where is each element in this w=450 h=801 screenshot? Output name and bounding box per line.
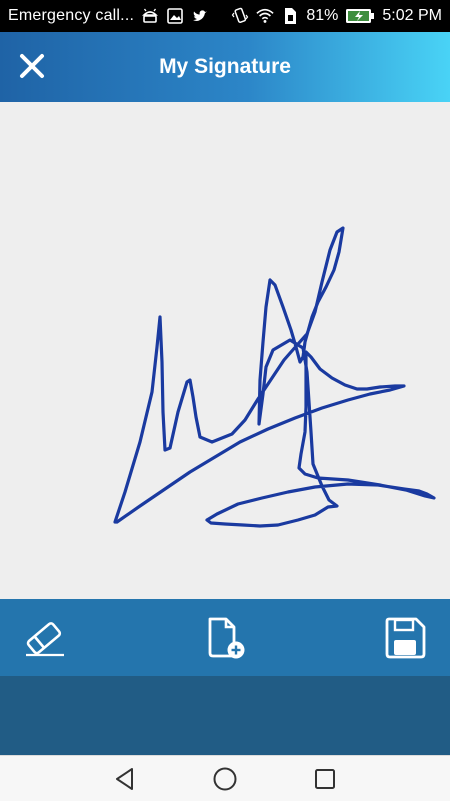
battery-percent: 81% bbox=[306, 7, 339, 24]
twitter-icon bbox=[191, 7, 209, 25]
status-bar-right: 81% 5:02 PM bbox=[231, 0, 442, 32]
recents-icon bbox=[315, 769, 335, 789]
close-button[interactable] bbox=[14, 48, 50, 84]
image-icon bbox=[166, 7, 184, 25]
close-icon bbox=[20, 54, 44, 78]
signature-stroke bbox=[113, 226, 436, 528]
carrier-text: Emergency call... bbox=[8, 7, 135, 24]
app-bar: My Signature bbox=[0, 32, 450, 102]
save-button[interactable] bbox=[380, 613, 430, 663]
bottom-panel bbox=[0, 676, 450, 755]
eraser-button[interactable] bbox=[20, 613, 70, 663]
sim-icon bbox=[281, 7, 299, 25]
page-title: My Signature bbox=[159, 55, 291, 78]
save-icon bbox=[385, 617, 426, 659]
eraser-icon bbox=[26, 622, 64, 657]
clock-time: 5:02 PM bbox=[382, 7, 442, 24]
status-bar: Emergency call... 81% 5:02 PM bbox=[0, 0, 450, 32]
status-bar-left: Emergency call... bbox=[0, 7, 209, 25]
android-icon bbox=[141, 7, 159, 25]
bottom-toolbar bbox=[0, 599, 450, 676]
new-document-icon bbox=[208, 617, 245, 659]
signature-canvas[interactable] bbox=[0, 102, 450, 599]
signature-drawing bbox=[113, 226, 436, 528]
back-icon bbox=[116, 768, 133, 790]
system-navigation-bar bbox=[0, 755, 450, 801]
app-screen: Emergency call... 81% 5:02 PM My Signatu… bbox=[0, 0, 450, 801]
back-button[interactable] bbox=[110, 764, 140, 794]
recents-button[interactable] bbox=[310, 764, 340, 794]
new-document-button[interactable] bbox=[200, 613, 250, 663]
wifi-icon bbox=[256, 7, 275, 25]
battery-charging-icon bbox=[345, 7, 375, 25]
vibrate-icon bbox=[231, 7, 249, 25]
home-icon bbox=[213, 767, 237, 791]
home-button[interactable] bbox=[210, 764, 240, 794]
